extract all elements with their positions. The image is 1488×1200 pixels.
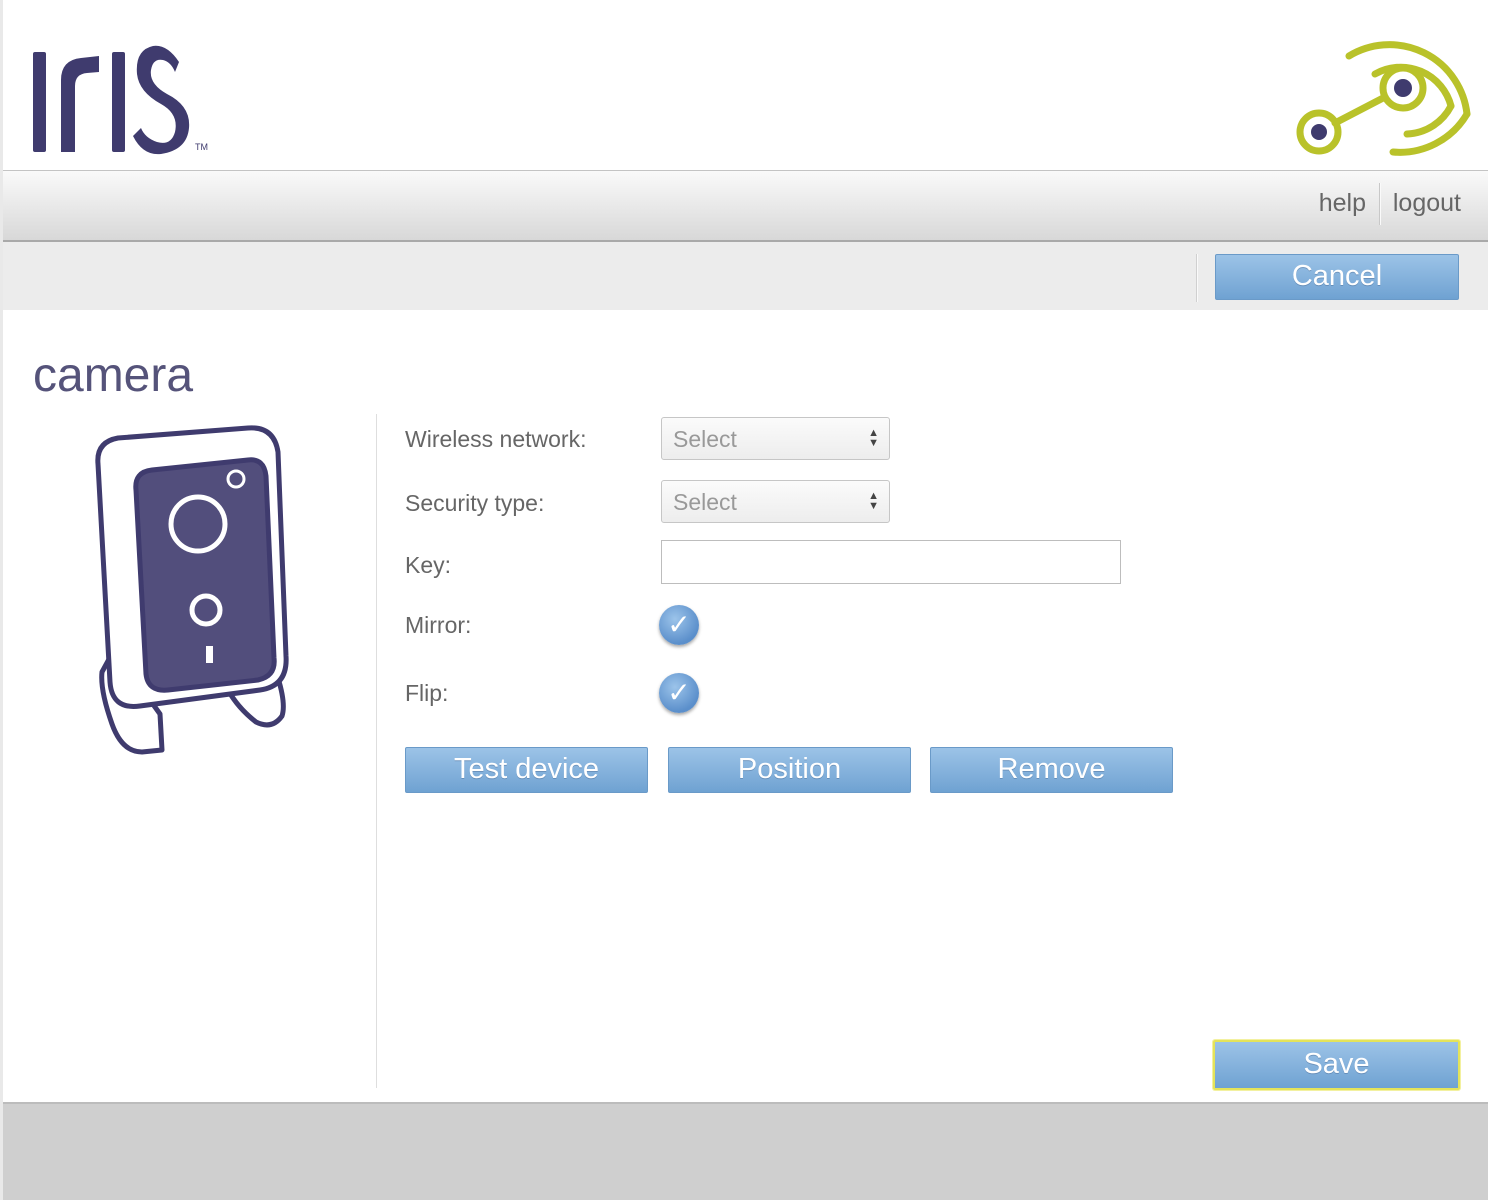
checkmark-icon: ✓ [667,677,691,708]
header: TM [3,0,1488,170]
checkmark-icon: ✓ [667,609,691,640]
updown-arrows-icon: ▲ ▼ [868,490,879,512]
logout-link[interactable]: logout [1393,189,1461,218]
trademark: TM [195,142,208,152]
camera-device-icon [88,424,298,763]
security-type-label: Security type: [405,490,545,516]
page-title: camera [33,349,194,402]
security-type-value: Select [673,489,737,515]
position-button[interactable]: Position [668,747,911,793]
cancel-button[interactable]: Cancel [1215,254,1459,300]
key-label: Key: [405,552,452,578]
test-device-button[interactable]: Test device [405,747,648,793]
flip-checkbox[interactable]: ✓ [659,673,699,713]
signal-target-icon [1291,18,1475,167]
key-input[interactable] [661,540,1121,584]
toolbar-divider [1196,254,1198,302]
wireless-network-value: Select [673,426,737,452]
action-toolbar: Cancel [3,242,1488,310]
content-divider [376,414,377,1088]
mirror-label: Mirror: [405,612,472,638]
footer-bar [3,1102,1488,1200]
flip-label: Flip: [405,680,449,706]
updown-arrows-icon: ▲ ▼ [868,427,879,449]
wireless-network-select[interactable]: Select ▲ ▼ [661,417,890,460]
top-nav-bar: help logout [3,170,1488,242]
save-button[interactable]: Save [1213,1040,1460,1090]
help-link[interactable]: help [1319,189,1366,218]
security-type-select[interactable]: Select ▲ ▼ [661,480,890,523]
mirror-checkbox[interactable]: ✓ [659,605,699,645]
remove-button[interactable]: Remove [930,747,1173,793]
wireless-network-label: Wireless network: [405,426,587,452]
nav-divider [1379,183,1381,225]
iris-logo[interactable]: TM [29,38,219,163]
